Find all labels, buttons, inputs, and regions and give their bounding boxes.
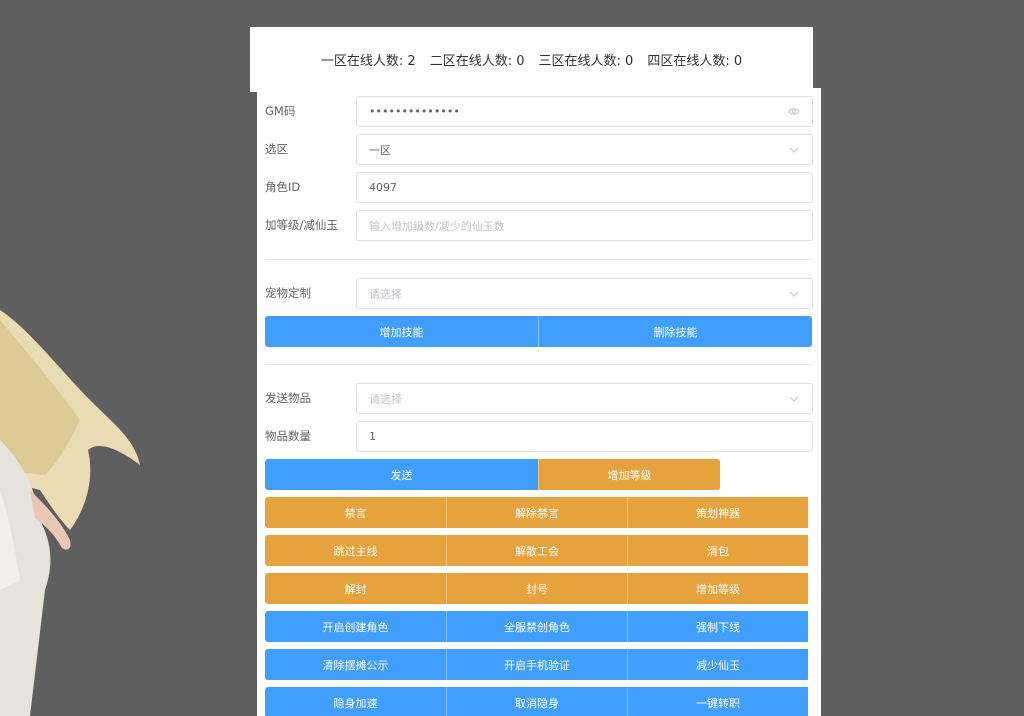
unban-button[interactable]: 解封: [265, 573, 446, 604]
item-qty-value: 1: [369, 430, 376, 443]
planner-artifact-button[interactable]: 策划神器: [627, 497, 808, 528]
enable-phone-verify-button[interactable]: 开启手机验证: [446, 649, 627, 680]
send-item-select[interactable]: 请选择: [356, 383, 813, 414]
online-count-panel: 一区在线人数: 2 二区在线人数: 0 三区在线人数: 0 四区在线人数: 0: [250, 27, 813, 92]
send-button[interactable]: 发送: [265, 459, 538, 490]
item-qty-label: 物品数量: [265, 429, 311, 443]
chevron-down-icon: [788, 393, 800, 405]
unmute-button[interactable]: 解除禁言: [446, 497, 627, 528]
add-skill-button[interactable]: 增加技能: [265, 316, 538, 347]
action-row-2: 跳过主线 解散工会 清包: [265, 535, 810, 566]
add-level-button[interactable]: 增加等级: [538, 459, 720, 490]
gm-code-row: GM码 ••••••••••••••: [265, 96, 813, 127]
delete-skill-button[interactable]: 删除技能: [538, 316, 812, 347]
send-item-label: 发送物品: [265, 391, 311, 405]
section-divider: [265, 364, 812, 365]
level-jade-placeholder: 输入增加级数/减少的仙玉数: [369, 219, 505, 233]
level-jade-row: 加等级/减仙玉 输入增加级数/减少的仙玉数: [265, 210, 813, 241]
item-qty-input[interactable]: 1: [356, 421, 813, 452]
gm-code-label: GM码: [265, 104, 296, 118]
role-id-row: 角色ID 4097: [265, 172, 813, 203]
character-illustration: [0, 310, 140, 716]
server-ban-create-role-button[interactable]: 全服禁创角色: [446, 611, 627, 642]
add-level-button-2[interactable]: 增加等级: [627, 573, 808, 604]
chevron-down-icon: [788, 288, 800, 300]
reduce-jade-button[interactable]: 减少仙玉: [627, 649, 808, 680]
force-offline-button[interactable]: 强制下线: [627, 611, 808, 642]
role-id-value: 4097: [369, 181, 397, 194]
chevron-down-icon: [788, 144, 800, 156]
pet-custom-label: 宠物定制: [265, 286, 311, 300]
disband-guild-button[interactable]: 解散工会: [446, 535, 627, 566]
pet-custom-placeholder: 请选择: [369, 287, 402, 301]
zone-selected-value: 一区: [369, 143, 391, 157]
eye-icon[interactable]: [788, 106, 800, 118]
enable-create-role-button[interactable]: 开启创建角色: [265, 611, 446, 642]
zone2-online-stat: 二区在线人数: 0: [429, 54, 525, 69]
role-id-input[interactable]: 4097: [356, 172, 813, 203]
action-row-5: 清除摆摊公示 开启手机验证 减少仙玉: [265, 649, 810, 680]
zone-select[interactable]: 一区: [356, 134, 813, 165]
send-item-placeholder: 请选择: [369, 392, 402, 406]
zone4-online-stat: 四区在线人数: 0: [647, 54, 743, 69]
zone-label: 选区: [265, 142, 288, 156]
ban-account-button[interactable]: 封号: [446, 573, 627, 604]
clear-stall-notice-button[interactable]: 清除摆摊公示: [265, 649, 446, 680]
one-click-job-change-button[interactable]: 一键转职: [627, 687, 808, 716]
gm-code-input[interactable]: ••••••••••••••: [356, 96, 813, 127]
zone1-online-stat: 一区在线人数: 2: [320, 54, 416, 69]
mute-button[interactable]: 禁言: [265, 497, 446, 528]
pet-custom-select[interactable]: 请选择: [356, 278, 813, 309]
item-qty-row: 物品数量 1: [265, 421, 813, 452]
send-button-group: 发送 增加等级: [265, 459, 720, 490]
role-id-label: 角色ID: [265, 180, 301, 194]
section-divider: [265, 259, 812, 260]
zone-row: 选区 一区: [265, 134, 813, 165]
pet-custom-row: 宠物定制 请选择: [265, 278, 813, 309]
send-item-row: 发送物品 请选择: [265, 383, 813, 414]
gm-form-panel: GM码 •••••••••••••• 选区 一区 角色ID 4097 加等级/减…: [257, 88, 821, 716]
action-row-4: 开启创建角色 全服禁创角色 强制下线: [265, 611, 810, 642]
action-row-1: 禁言 解除禁言 策划神器: [265, 497, 810, 528]
gm-code-value: ••••••••••••••: [369, 105, 460, 118]
skip-main-quest-button[interactable]: 跳过主线: [265, 535, 446, 566]
clear-bag-button[interactable]: 清包: [627, 535, 808, 566]
level-jade-label: 加等级/减仙玉: [265, 218, 338, 232]
zone3-online-stat: 三区在线人数: 0: [538, 54, 634, 69]
action-row-6: 隐身加速 取消隐身 一键转职: [265, 687, 810, 716]
action-row-3: 解封 封号 增加等级: [265, 573, 810, 604]
level-jade-input[interactable]: 输入增加级数/减少的仙玉数: [356, 210, 813, 241]
stealth-speed-button[interactable]: 隐身加速: [265, 687, 446, 716]
skill-button-group: 增加技能 删除技能: [265, 316, 812, 347]
cancel-stealth-button[interactable]: 取消隐身: [446, 687, 627, 716]
